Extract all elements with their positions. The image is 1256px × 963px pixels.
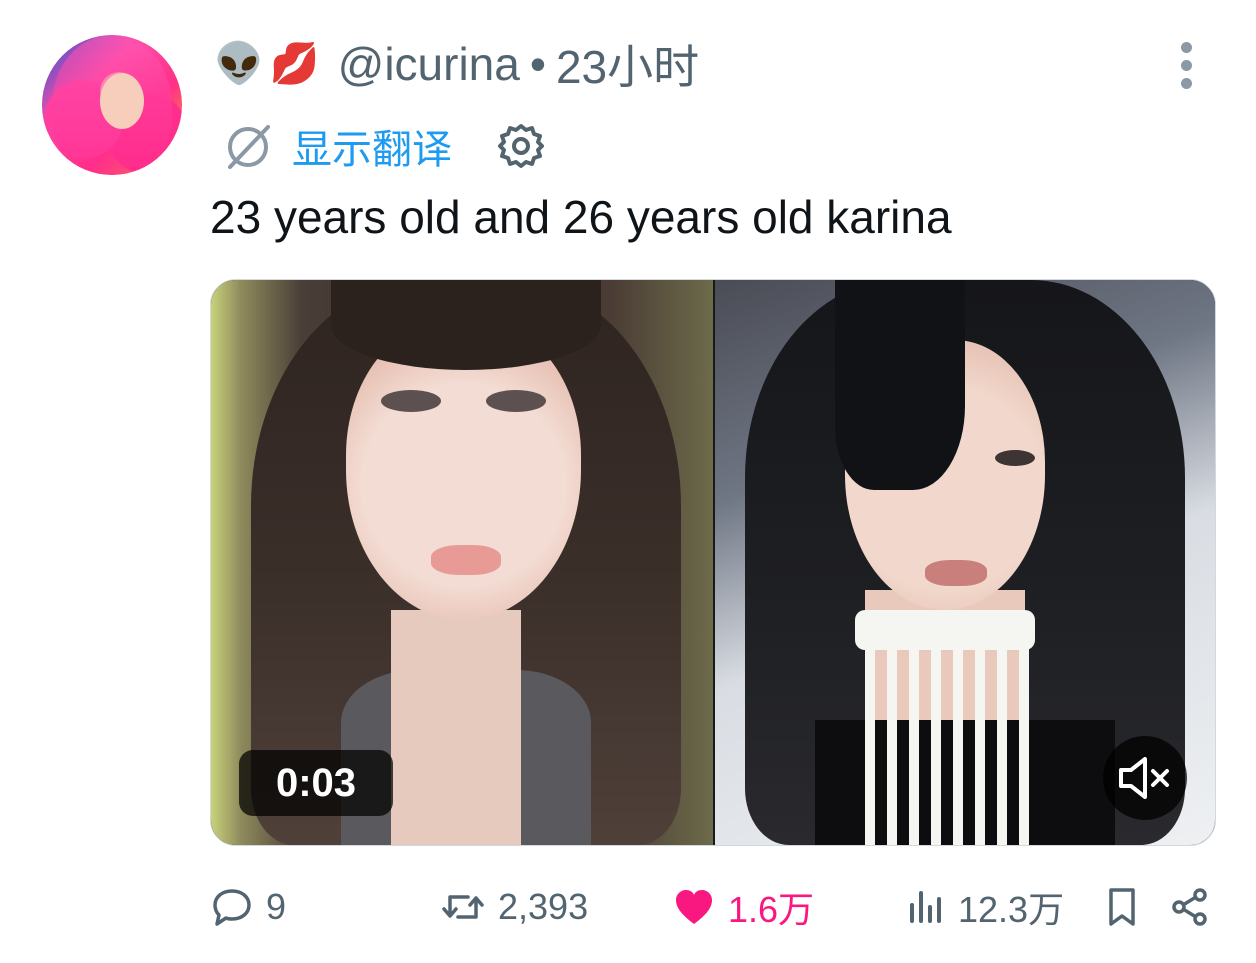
retweet-icon [442, 895, 484, 919]
tweet-time[interactable]: 23小时 [556, 31, 699, 97]
tweet-actions: 9 2,393 1.6万 12.3万 [210, 882, 1220, 932]
translate-row: 显示翻译 [222, 118, 546, 174]
share-button[interactable] [1170, 882, 1210, 932]
avatar[interactable] [42, 35, 182, 175]
reply-button[interactable]: 9 [210, 882, 286, 932]
tweet-header: 👽 💋 @icurina • 23小时 [214, 34, 699, 94]
views-icon [910, 891, 941, 923]
mute-button[interactable] [1103, 736, 1187, 820]
heart-icon [676, 890, 712, 924]
kiss-emoji: 💋 [269, 41, 320, 87]
retweet-button[interactable]: 2,393 [440, 882, 588, 932]
like-count: 1.6万 [728, 889, 815, 930]
mute-icon [1119, 757, 1169, 799]
video-duration-badge: 0:03 [239, 750, 393, 816]
gear-icon[interactable] [496, 121, 546, 171]
like-button[interactable]: 1.6万 [672, 882, 814, 932]
tweet-text: 23 years old and 26 years old karina [210, 191, 952, 243]
separator-dot: • [529, 38, 546, 90]
show-translation-link[interactable]: 显示翻译 [292, 117, 452, 175]
more-icon[interactable] [1172, 42, 1200, 92]
author-handle[interactable]: @icurina [338, 37, 520, 91]
bookmark-button[interactable] [1104, 882, 1140, 932]
views-count: 12.3万 [958, 889, 1065, 930]
alien-emoji: 👽 [214, 41, 264, 87]
reply-icon [213, 889, 251, 926]
retweet-count: 2,393 [498, 886, 589, 927]
bookmark-icon [1109, 888, 1135, 926]
tweet-video[interactable]: 0:03 [210, 279, 1216, 846]
translate-icon [228, 125, 270, 169]
share-icon [1172, 888, 1207, 926]
views-button[interactable]: 12.3万 [906, 882, 1064, 932]
reply-count: 9 [266, 886, 287, 927]
